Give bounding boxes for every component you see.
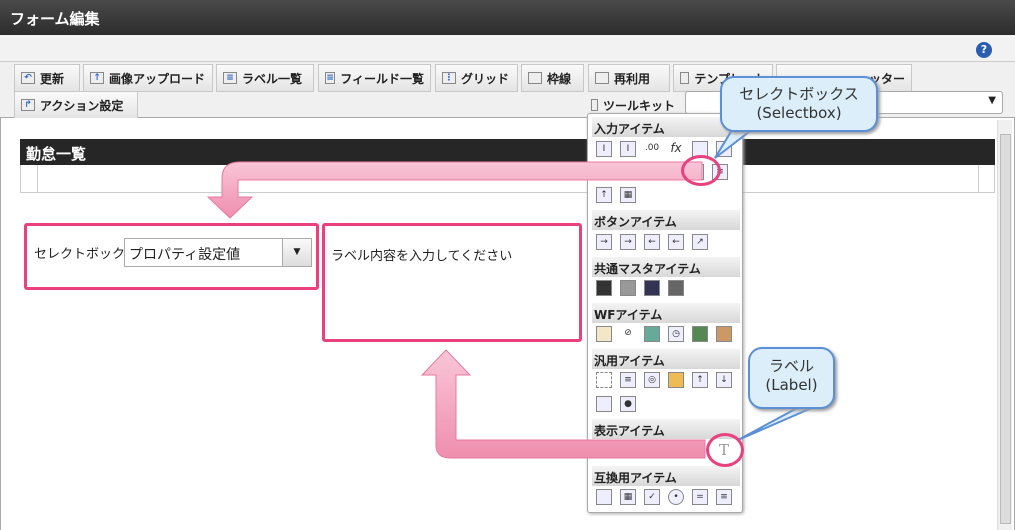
selectbox-tool-highlight (681, 155, 721, 186)
callout-label: ラベル (Label) (748, 347, 835, 409)
callout-title: ラベル (768, 357, 814, 375)
arrow-to-selectbox (206, 161, 703, 219)
callout-subtitle: (Label) (765, 376, 818, 394)
callout-selectbox: セレクトボックス (Selectbox) (720, 76, 878, 132)
callout-title: セレクトボックス (739, 85, 859, 103)
label-tool-highlight (706, 433, 744, 467)
arrow-to-label (420, 349, 706, 459)
callout-subtitle: (Selectbox) (756, 104, 842, 122)
